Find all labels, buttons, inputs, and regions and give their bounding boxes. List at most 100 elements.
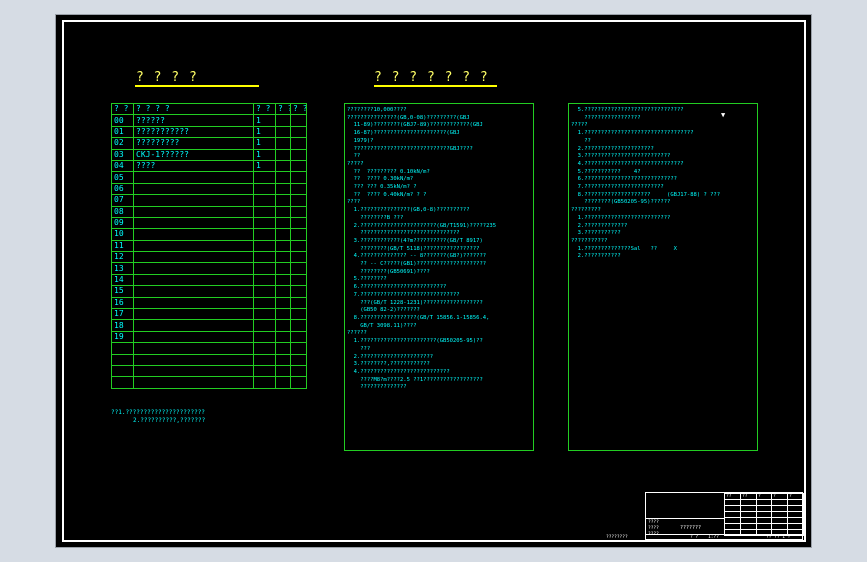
note-line: ???(GB/T 1228-1231)?????????????????? — [347, 299, 483, 306]
table-header: ? ?? ? ? ?? ?? ?? ? — [111, 102, 307, 116]
row-remark — [290, 194, 307, 207]
note-line: 3.????????,???????????? — [347, 361, 430, 368]
bottom-left-label: ???????? — [606, 535, 628, 540]
header-cell: ? ? — [111, 102, 134, 116]
table-row: 09 — [111, 216, 307, 230]
note-line: ???????????????(GB,0-08)?????????(GBJ — [347, 114, 470, 121]
row-qty: 1 — [253, 137, 276, 150]
table-row: 00?????? 1 — [111, 114, 307, 127]
row-remark — [290, 137, 307, 150]
note-line: ?? ???? 0.40kN/m? ? ? — [347, 191, 427, 198]
row-remark — [290, 125, 307, 139]
row-qty: 1 — [253, 114, 276, 127]
row-qty — [253, 273, 276, 287]
note-line: 16-87)??????????????????????(GBJ — [347, 130, 460, 137]
table-note-1: ??1.?????????????????????? — [111, 409, 205, 416]
table-row: 04???? 1 — [111, 159, 307, 173]
row-qty — [253, 205, 276, 218]
row-remark — [290, 159, 307, 173]
sig-label-3: ???? — [648, 532, 659, 538]
row-number — [111, 364, 134, 378]
row-material — [275, 296, 291, 310]
row-material — [275, 319, 291, 332]
note-line: ?? -- C?????(GB1)????????????????????? — [347, 261, 487, 268]
row-number: 11 — [111, 239, 134, 253]
row-number: 12 — [111, 251, 134, 264]
table-row: 06 — [111, 182, 307, 196]
note-line: 8.???????????????????? (GBJ17-88) ? ??? — [571, 191, 721, 198]
row-number: 19 — [111, 330, 134, 344]
row-material — [275, 114, 291, 127]
table-row: 03 CKJ-1?????? 1 — [111, 148, 307, 161]
note-line: 1.??????????????Sal ?? X — [571, 245, 677, 252]
note-line: 2.?????????????????????? — [347, 353, 434, 360]
notes-title: ? ? ? ? ? ? ? — [374, 70, 489, 85]
table-row: 01??????????? 1 — [111, 125, 307, 139]
note-line: 1.?????????????????????????? — [571, 214, 671, 221]
note-line: ????????B ??? — [347, 214, 404, 221]
table-row: 07 — [111, 194, 307, 207]
table-row: 02????????? 1 — [111, 137, 307, 150]
row-remark — [290, 296, 307, 310]
row-remark — [290, 285, 307, 298]
row-remark — [290, 376, 307, 389]
row-name — [133, 353, 254, 367]
note-line: 1.???????????????????????(GB50205-95)?? — [347, 338, 483, 345]
note-line: ????? — [571, 122, 588, 129]
row-number: 16 — [111, 296, 134, 310]
row-number — [111, 353, 134, 367]
row-material — [275, 251, 291, 264]
note-line: 5.???????? — [347, 276, 387, 283]
row-name: ???? — [133, 159, 254, 173]
note-line: GB/T 3098.11)???? — [347, 322, 417, 329]
table-row: 05 — [111, 171, 307, 184]
row-qty — [253, 330, 276, 344]
notes-panel-middle: ????????10,000???? ???????????????(GB,0-0… — [344, 103, 534, 451]
note-line: 3.????????????(4?m??????????(GB/T 8917) — [347, 237, 483, 244]
row-number: 13 — [111, 262, 134, 275]
note-line: 4.?????????????????????????????? — [571, 160, 684, 167]
row-name — [133, 205, 254, 218]
row-number: 17 — [111, 308, 134, 321]
row-remark — [290, 216, 307, 230]
note-line: 2.????????????????????? — [571, 145, 654, 152]
note-line: ?????????????????????????????GBJ???? — [347, 145, 473, 152]
parts-list-title-underline — [135, 85, 259, 87]
row-material — [275, 364, 291, 378]
row-remark — [290, 182, 307, 196]
note-line: 6.?????????????????????????? — [347, 284, 447, 291]
row-material — [275, 239, 291, 253]
row-name: CKJ-1?????? — [133, 148, 254, 161]
row-material — [275, 330, 291, 344]
row-name — [133, 308, 254, 321]
note-line: 3.?????????????????????????? — [571, 153, 671, 160]
row-remark — [290, 262, 307, 275]
note-line: ????????10,000???? — [347, 107, 407, 113]
row-name — [133, 376, 254, 389]
row-remark — [290, 353, 307, 367]
note-line: ????????????????? — [571, 114, 641, 121]
row-remark — [290, 148, 307, 161]
table-row — [111, 364, 307, 378]
note-line: ???? — [347, 199, 361, 206]
row-qty: 1 — [253, 125, 276, 139]
row-qty — [253, 239, 276, 253]
header-cell: ? ? — [275, 102, 291, 116]
note-line: 4.?????????????? -- 8???????(GB?)??????? — [347, 253, 487, 260]
row-qty: 1 — [253, 148, 276, 161]
row-material — [275, 273, 291, 287]
row-number: 09 — [111, 216, 134, 230]
table-notes: ??1.?????????????????????? 2.??????????,… — [111, 409, 205, 425]
row-remark — [290, 273, 307, 287]
row-number: 03 — [111, 148, 134, 161]
row-material — [275, 376, 291, 389]
note-line: ????????(GB50691)???? — [347, 268, 430, 275]
note-line: 7.?????????????????????????????? — [347, 291, 460, 298]
row-qty — [253, 296, 276, 310]
row-name — [133, 182, 254, 196]
row-name — [133, 342, 254, 355]
row-remark — [290, 319, 307, 332]
note-line: ?????????????????????????????? — [347, 230, 460, 237]
row-name — [133, 251, 254, 264]
title-block-rule — [646, 518, 724, 519]
